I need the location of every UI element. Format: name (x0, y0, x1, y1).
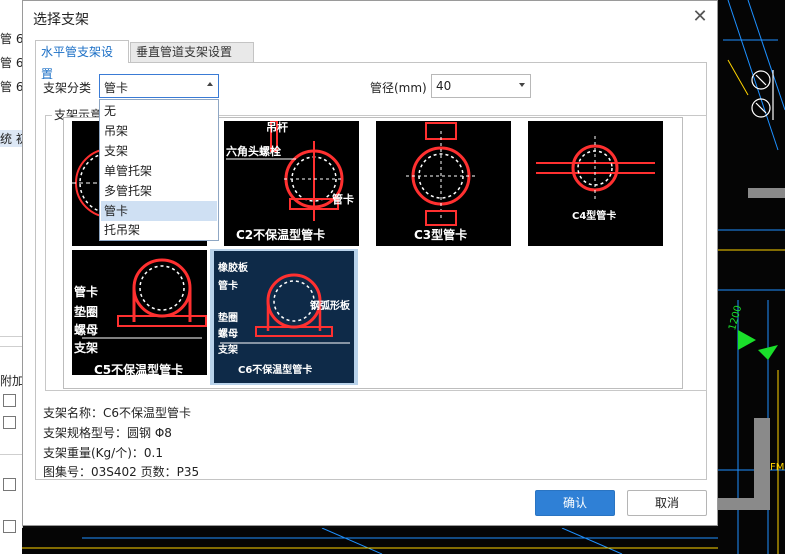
bg-left-text: 附加 (0, 374, 23, 388)
bg-left-text: 管 6 (0, 56, 23, 70)
c6-label: 螺母 (218, 327, 238, 340)
category-select[interactable]: 管卡 (99, 74, 219, 98)
category-value: 管卡 (104, 81, 129, 95)
thumbnail-c5[interactable]: 管卡 垫圈 螺母 支架 C5不保温型管卡 (72, 250, 207, 375)
dropdown-option-single-bracket[interactable]: 单管托架 (101, 161, 217, 181)
c5-label: 垫圈 (74, 304, 98, 319)
dropdown-option-clamp[interactable]: 管卡 (101, 201, 217, 221)
dropdown-option-hanger-bracket[interactable]: 托吊架 (101, 220, 217, 240)
bg-left-text: 管 6 (0, 32, 23, 46)
support-weight: 支架重量(Kg/个)：0.1 (43, 446, 163, 460)
thumbnail-c3[interactable]: C3型管卡 (376, 121, 511, 246)
cad-text: FMM (770, 462, 785, 473)
c6-title: C6不保温型管卡 (238, 363, 312, 376)
bg-checkbox[interactable] (3, 394, 16, 407)
dropdown-option-support[interactable]: 支架 (101, 141, 217, 161)
c5-label: 管卡 (74, 284, 98, 299)
dialog-title: 选择支架 (33, 12, 89, 28)
chevron-down-icon (519, 83, 525, 87)
c2-label: 六角头螺栓 (226, 144, 281, 158)
cancel-button[interactable]: 取消 (627, 490, 707, 516)
category-dropdown-list: 无 吊架 支架 单管托架 多管托架 管卡 托吊架 (99, 99, 219, 241)
c2-label: 吊杆 (266, 121, 288, 134)
bg-checkbox[interactable] (3, 520, 16, 533)
confirm-button[interactable]: 确认 (535, 490, 615, 516)
diameter-value: 40 (436, 79, 452, 93)
c5-label: 支架 (73, 340, 98, 355)
c6-label: 管卡 (218, 279, 238, 292)
cad-text: 1200 (727, 304, 744, 331)
c6-label: 钢弧形板 (310, 299, 351, 312)
bg-checkbox[interactable] (3, 416, 16, 429)
c6-label: 垫圈 (218, 311, 238, 324)
c5-label: 螺母 (74, 322, 98, 337)
support-spec: 支架规格型号：圆钢 Φ8 (43, 426, 172, 440)
support-name: 支架名称：C6不保温型管卡 (43, 406, 192, 420)
dropdown-option-multi-bracket[interactable]: 多管托架 (101, 181, 217, 201)
chevron-up-icon (207, 82, 213, 86)
c6-label: 支架 (217, 343, 238, 356)
bg-checkbox[interactable] (3, 478, 16, 491)
thumbnail-c4[interactable]: C4型管卡 (528, 121, 663, 246)
support-atlas: 图集号：03S402 页数：P35 (43, 465, 200, 479)
cad-canvas[interactable]: 1200 FMM (718, 0, 785, 554)
dropdown-option-none[interactable]: 无 (101, 101, 217, 121)
c5-title: C5不保温型管卡 (94, 362, 183, 375)
tab-vertical-support[interactable]: 垂直管道支架设置 (130, 42, 254, 63)
c2-label: 管卡 (332, 192, 354, 206)
dropdown-option-hanger[interactable]: 吊架 (101, 121, 217, 141)
tab-horizontal-support[interactable]: 水平管支架设置 (35, 40, 129, 81)
thumbnail-c2[interactable]: 吊杆 六角头螺栓 管卡 C2不保温型管卡 (224, 121, 359, 246)
c2-title: C2不保温型管卡 (236, 227, 325, 242)
bg-left-text: 管 6 (0, 80, 23, 94)
c4-title: C4型管卡 (572, 209, 616, 222)
diameter-label: 管径(mm) (370, 81, 427, 95)
bg-left-text: 统 初 (0, 130, 22, 147)
background-left-panel: 管 6 管 6 管 6 统 初 附加 (0, 0, 23, 554)
cad-canvas-bottom[interactable] (22, 528, 718, 554)
close-icon[interactable]: ✕ (690, 7, 710, 27)
c6-label: 橡胶板 (218, 261, 249, 274)
select-support-dialog: 选择支架 ✕ 水平管支架设置 垂直管道支架设置 支架分类 管卡 管径(mm) 4… (22, 0, 718, 526)
thumbnail-c6[interactable]: 橡胶板 管卡 钢弧形板 垫圈 螺母 支架 C6不保温型管卡 (210, 249, 358, 385)
c3-title: C3型管卡 (414, 227, 467, 242)
diameter-select[interactable]: 40 (431, 74, 531, 98)
